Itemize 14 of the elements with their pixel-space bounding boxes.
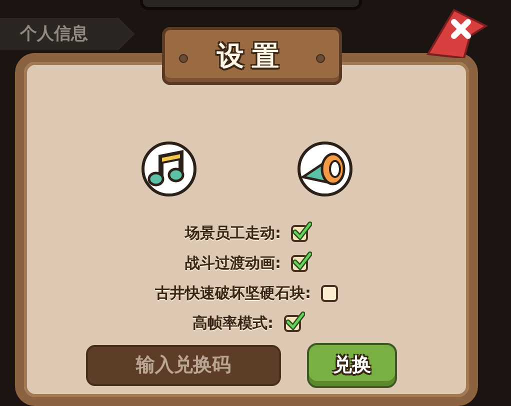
close-button[interactable] <box>424 6 488 58</box>
profile-tab[interactable]: 个人信息 <box>0 18 135 50</box>
music-note-icon <box>140 140 196 197</box>
option-label: 战斗过渡动画: <box>185 254 281 274</box>
option-label: 高帧率模式: <box>192 314 274 334</box>
rivet <box>316 54 325 63</box>
rivet <box>179 54 188 63</box>
redeem-button[interactable]: 兑换 <box>307 342 397 388</box>
megaphone-icon <box>296 140 352 197</box>
option-label: 场景员工走动: <box>185 224 281 244</box>
redeem-code-field[interactable]: 输入兑换码 <box>86 344 281 386</box>
option-label: 古井快速破坏坚硬石块: <box>155 284 311 304</box>
dialog-title: 设置 <box>217 40 287 74</box>
checkbox[interactable] <box>321 285 338 302</box>
